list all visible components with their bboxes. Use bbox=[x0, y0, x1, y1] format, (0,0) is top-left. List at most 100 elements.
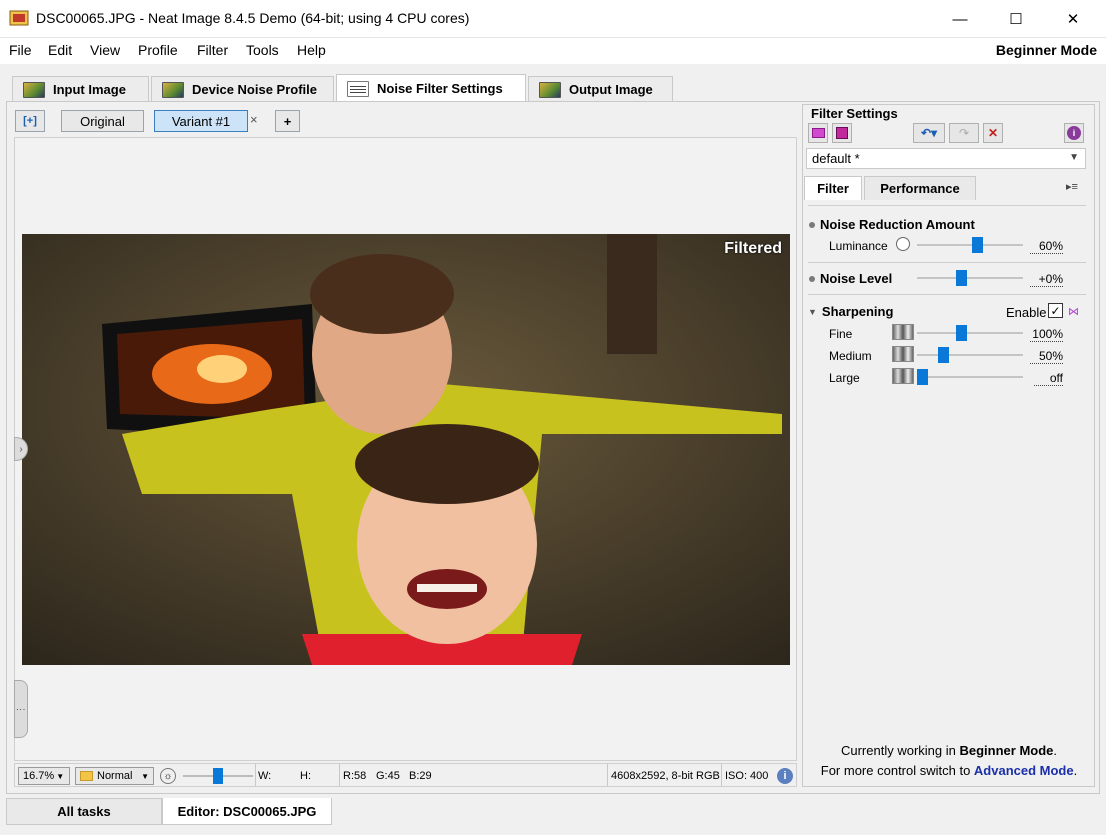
tab-device-noise-profile[interactable]: Device Noise Profile bbox=[151, 76, 334, 102]
fine-slider-track[interactable] bbox=[917, 332, 1023, 334]
medium-slider-thumb[interactable] bbox=[938, 347, 949, 363]
divider bbox=[255, 764, 256, 786]
info-button[interactable]: i bbox=[1064, 123, 1084, 143]
luminance-slider-track[interactable] bbox=[917, 244, 1023, 246]
close-button[interactable]: ✕ bbox=[1050, 0, 1096, 38]
redo-button[interactable]: ↷ bbox=[949, 123, 979, 143]
preset-dropdown[interactable]: default * ▼ bbox=[806, 148, 1086, 169]
fine-slider-thumb[interactable] bbox=[956, 325, 967, 341]
tab-output-image[interactable]: Output Image bbox=[528, 76, 673, 102]
tab-all-tasks[interactable]: All tasks bbox=[6, 798, 162, 825]
fine-value[interactable]: 100% bbox=[1030, 327, 1063, 342]
window-title: DSC00065.JPG - Neat Image 8.4.5 Demo (64… bbox=[36, 10, 470, 26]
menu-help[interactable]: Help bbox=[297, 42, 326, 58]
reset-button[interactable]: ✕ bbox=[983, 123, 1003, 143]
fine-label: Fine bbox=[829, 327, 853, 341]
zoom-select[interactable]: 16.7% ▼ bbox=[18, 767, 70, 785]
divider bbox=[721, 764, 722, 786]
preset-value: default * bbox=[812, 151, 860, 166]
tab-input-image[interactable]: Input Image bbox=[12, 76, 149, 102]
image-dimensions: 4608x2592, 8-bit RGB bbox=[611, 770, 720, 782]
sharpening-heading[interactable]: ▼ Sharpening bbox=[808, 304, 893, 319]
luminance-value[interactable]: 60% bbox=[1030, 239, 1063, 254]
luminance-circle-icon bbox=[896, 237, 910, 251]
preview-image[interactable]: Filtered bbox=[22, 234, 790, 665]
sharpening-enable-checkbox[interactable]: ✓ bbox=[1048, 303, 1063, 318]
advanced-mode-note: For more control switch to Advanced Mode… bbox=[806, 763, 1092, 778]
green-value: G:45 bbox=[376, 770, 400, 782]
height-label: H: bbox=[300, 770, 311, 782]
dropdown-arrow-icon: ▼ bbox=[141, 771, 149, 781]
variant-button[interactable]: Variant #1 bbox=[154, 110, 248, 132]
menu-bar: File Edit View Profile Filter Tools Help… bbox=[0, 38, 1106, 64]
title-bar: DSC00065.JPG - Neat Image 8.4.5 Demo (64… bbox=[0, 0, 1106, 38]
brightness-slider-thumb[interactable] bbox=[213, 768, 223, 784]
advanced-mode-link[interactable]: Advanced Mode bbox=[974, 763, 1074, 778]
add-variant-button[interactable]: + bbox=[275, 110, 300, 132]
sharpening-enable-label: Enable bbox=[1006, 305, 1047, 320]
bottom-splitter-handle[interactable]: ⋮ bbox=[14, 680, 28, 738]
save-disk-icon bbox=[836, 127, 848, 139]
collapse-triangle-icon: ▼ bbox=[808, 306, 817, 317]
original-button[interactable]: Original bbox=[61, 110, 144, 132]
mode-indicator[interactable]: Beginner Mode bbox=[996, 42, 1097, 58]
blend-mode-value: Normal bbox=[97, 770, 133, 782]
menu-view[interactable]: View bbox=[90, 42, 120, 58]
blend-mode-select[interactable]: Normal ▼ bbox=[75, 767, 154, 785]
tab-label: Output Image bbox=[569, 82, 653, 97]
divider bbox=[808, 262, 1086, 263]
info-icon: i bbox=[777, 768, 793, 784]
zoom-value: 16.7% bbox=[23, 770, 55, 782]
divider bbox=[607, 764, 608, 786]
sliders-icon bbox=[347, 80, 369, 97]
close-x-icon: ✕ bbox=[987, 126, 999, 140]
folder-icon bbox=[80, 771, 93, 781]
undo-button[interactable]: ↶▾ bbox=[913, 123, 945, 143]
mode-note: Currently working in Beginner Mode. bbox=[806, 743, 1092, 758]
noise-level-slider-thumb[interactable] bbox=[956, 270, 967, 286]
subtab-performance[interactable]: Performance bbox=[864, 176, 976, 200]
undo-icon: ↶▾ bbox=[920, 126, 938, 140]
divider bbox=[808, 205, 1086, 206]
subtab-filter[interactable]: Filter bbox=[804, 176, 862, 200]
luminance-slider-thumb[interactable] bbox=[972, 237, 983, 253]
iso-value: ISO: 400 bbox=[725, 770, 769, 782]
tab-editor[interactable]: Editor: DSC00065.JPG bbox=[162, 798, 332, 825]
tab-label: Device Noise Profile bbox=[192, 82, 317, 97]
large-slider-track[interactable] bbox=[917, 376, 1023, 378]
filtered-overlay-label: Filtered bbox=[724, 240, 782, 257]
noise-level-value[interactable]: +0% bbox=[1030, 272, 1063, 287]
mode-note-text: Currently working in bbox=[840, 743, 960, 758]
menu-file[interactable]: File bbox=[9, 42, 32, 58]
brightness-icon[interactable]: ☼ bbox=[160, 767, 176, 785]
close-variant-icon[interactable]: × bbox=[250, 112, 258, 127]
tab-noise-filter-settings[interactable]: Noise Filter Settings bbox=[336, 74, 526, 102]
fit-view-button[interactable]: [+] bbox=[15, 110, 45, 132]
tab-label: Input Image bbox=[53, 82, 126, 97]
menu-filter[interactable]: Filter bbox=[197, 42, 228, 58]
maximize-button[interactable]: ☐ bbox=[993, 0, 1039, 38]
medium-slider-track[interactable] bbox=[917, 354, 1023, 356]
menu-edit[interactable]: Edit bbox=[48, 42, 72, 58]
sun-icon: ☼ bbox=[160, 768, 176, 784]
large-value[interactable]: off bbox=[1034, 371, 1063, 386]
noise-level-slider-track[interactable] bbox=[917, 277, 1023, 279]
menu-tools[interactable]: Tools bbox=[246, 42, 279, 58]
bowtie-icon[interactable]: ⋈ bbox=[1068, 305, 1079, 318]
medium-value[interactable]: 50% bbox=[1030, 349, 1063, 364]
large-slider-thumb[interactable] bbox=[917, 369, 928, 385]
panel-menu-icon[interactable]: ▸≡ bbox=[1066, 180, 1078, 193]
advanced-note-text: For more control switch to bbox=[820, 763, 974, 778]
save-preset-button[interactable] bbox=[832, 123, 852, 143]
profile-icon bbox=[162, 81, 184, 98]
large-label: Large bbox=[829, 371, 860, 385]
image-info-button[interactable]: i bbox=[777, 767, 793, 785]
main-tabs: Input Image Device Noise Profile Noise F… bbox=[0, 64, 1106, 102]
menu-profile[interactable]: Profile bbox=[138, 42, 178, 58]
advanced-note-punct: . bbox=[1073, 763, 1078, 778]
minimize-button[interactable]: — bbox=[937, 0, 983, 38]
open-preset-button[interactable] bbox=[808, 123, 828, 143]
photo-illustration bbox=[22, 234, 790, 665]
redo-icon: ↷ bbox=[958, 126, 970, 140]
dropdown-arrow-icon: ▼ bbox=[1069, 152, 1079, 163]
